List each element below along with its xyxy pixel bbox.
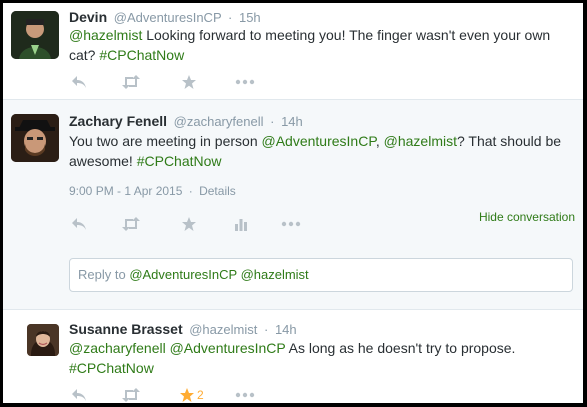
reply-input[interactable]: Reply to @AdventuresInCP @hazelmist	[69, 258, 573, 292]
favorite-icon[interactable]	[179, 73, 199, 91]
reply-mention: @AdventuresInCP	[129, 267, 237, 282]
avatar[interactable]	[11, 11, 59, 59]
separator: ·	[263, 322, 269, 337]
tweet-text: You two are meeting in person @Adventure…	[69, 131, 574, 171]
more-icon[interactable]	[235, 73, 255, 91]
tweet-text: @hazelmist Looking forward to meeting yo…	[69, 25, 574, 65]
tweet-devin[interactable]: Devin @AdventuresInCP · 15h @hazelmist L…	[3, 3, 583, 99]
screen-name[interactable]: @hazelmist	[189, 322, 257, 337]
details-link[interactable]: Details	[199, 184, 236, 198]
fullname[interactable]: Zachary Fenell	[69, 113, 167, 129]
timestamp[interactable]: 14h	[281, 114, 303, 129]
hashtag-link[interactable]: #CPChatNow	[99, 47, 184, 63]
separator: ·	[228, 10, 233, 25]
separator: ·	[270, 114, 275, 129]
favorite-button[interactable]: 2	[179, 386, 215, 403]
screen-name[interactable]: @zacharyfenell	[174, 114, 264, 129]
avatar[interactable]	[27, 324, 59, 356]
tweet-text-body: You two are meeting in person	[69, 133, 262, 149]
timestamp[interactable]: 15h	[239, 10, 261, 25]
favorite-icon[interactable]	[179, 215, 199, 233]
retweet-icon[interactable]	[121, 73, 141, 91]
favorite-icon	[180, 388, 194, 402]
tweet-text-sep: ,	[375, 133, 384, 149]
tweet-zachary[interactable]: Zachary Fenell @zacharyfenell · 14h You …	[3, 99, 583, 310]
tweet-header: Devin @AdventuresInCP · 15h	[69, 9, 261, 26]
hashtag-link[interactable]: #CPChatNow	[69, 360, 154, 376]
fullname[interactable]: Devin	[69, 9, 107, 25]
timestamp[interactable]: 14h	[275, 322, 297, 337]
timeline-frame: Devin @AdventuresInCP · 15h @hazelmist L…	[3, 3, 583, 403]
fullname[interactable]: Susanne Brasset	[69, 321, 183, 337]
tweet-actions: 2	[69, 386, 309, 403]
reply-icon[interactable]	[69, 73, 89, 91]
hide-conversation-link[interactable]: Hide conversation	[479, 210, 575, 224]
hashtag-link[interactable]: #CPChatNow	[137, 153, 222, 169]
full-timestamp[interactable]: 9:00 PM - 1 Apr 2015	[69, 184, 182, 198]
tweet-header: Susanne Brasset @hazelmist · 14h	[69, 321, 297, 338]
reply-prefix: Reply to	[78, 267, 130, 282]
tweet-actions	[69, 215, 309, 233]
reply-mention: @hazelmist	[240, 267, 309, 282]
tweet-susanne[interactable]: Susanne Brasset @hazelmist · 14h @zachar…	[3, 309, 583, 403]
tweet-actions	[69, 73, 309, 91]
reply-icon[interactable]	[69, 386, 89, 403]
tweet-text-body: As long as he doesn't try to propose.	[285, 340, 516, 356]
mention-link[interactable]: @AdventuresInCP	[262, 133, 376, 149]
tweet-header: Zachary Fenell @zacharyfenell · 14h	[69, 113, 303, 130]
retweet-icon[interactable]	[121, 215, 141, 233]
separator: ·	[188, 184, 193, 198]
screen-name[interactable]: @AdventuresInCP	[114, 10, 222, 25]
retweet-icon[interactable]	[121, 386, 141, 403]
avatar[interactable]	[11, 114, 59, 162]
tweet-text: @zacharyfenell @AdventuresInCP As long a…	[69, 338, 574, 378]
reply-icon[interactable]	[69, 215, 89, 233]
mention-link[interactable]: @zacharyfenell	[69, 340, 166, 356]
more-icon[interactable]	[281, 215, 301, 233]
tweet-meta: 9:00 PM - 1 Apr 2015 · Details	[69, 184, 236, 198]
favorite-count: 2	[197, 388, 204, 402]
mention-link[interactable]: @hazelmist	[384, 133, 457, 149]
mention-link[interactable]: @hazelmist	[69, 27, 142, 43]
more-icon[interactable]	[235, 386, 255, 403]
analytics-icon[interactable]	[231, 215, 251, 233]
mention-link[interactable]: @AdventuresInCP	[170, 340, 286, 356]
